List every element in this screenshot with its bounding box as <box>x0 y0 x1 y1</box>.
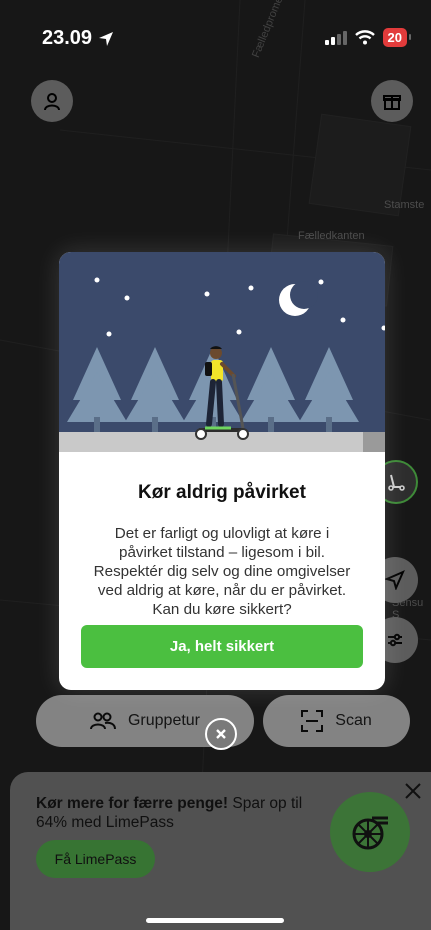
promo-text: Kør mere for færre penge! Spar op til 64… <box>36 794 316 832</box>
profile-button[interactable] <box>31 80 73 122</box>
status-time: 23.09 <box>42 27 114 50</box>
limepass-promo: Kør mere for færre penge! Spar op til 64… <box>10 772 431 930</box>
modal-body-line: Det er farligt og ulovligt at køre i <box>114 525 330 542</box>
warning-modal: Kør aldrig påvirket Det er farligt og ul… <box>59 252 385 690</box>
dismiss-modal-button[interactable] <box>205 718 237 750</box>
night-ride-illustration <box>59 252 385 452</box>
scan-label: Scan <box>335 712 372 729</box>
location-arrow-icon <box>99 31 114 46</box>
close-icon <box>216 729 226 739</box>
filter-icon <box>388 633 402 647</box>
app-screen: Fælledpromenaden Fælledkanten Stamste Se… <box>0 0 431 930</box>
modal-body-line: ved aldrig at køre, når du er påvirket. <box>97 582 347 599</box>
scan-icon <box>301 710 324 732</box>
scan-button[interactable]: Scan <box>263 695 410 747</box>
time-text: 23.09 <box>42 27 93 49</box>
promo-bold: Kør mere for færre penge! <box>36 795 229 812</box>
promo-close-icon[interactable] <box>402 780 424 802</box>
wifi-icon <box>354 30 375 45</box>
confirm-sober-button[interactable]: Ja, helt sikkert <box>81 625 363 668</box>
status-bar: 23.09 20 <box>0 0 431 70</box>
modal-body-line: påvirket tilstand – ligesom i bil. <box>119 544 325 561</box>
profile-icon <box>44 93 60 111</box>
status-indicators: 20 <box>324 28 412 47</box>
modal-body-line: Kan du køre sikkert? <box>152 601 292 618</box>
modal-title: Kør aldrig påvirket <box>138 482 306 503</box>
limepass-badge <box>330 792 410 872</box>
modal-body-line: Respektér dig selv og dine omgivelser <box>93 563 351 580</box>
navigate-icon <box>385 570 405 590</box>
battery-badge: 20 <box>382 28 412 47</box>
modal-body: Det er farligt og ulovligt at køre i påv… <box>73 524 371 619</box>
get-limepass-button[interactable]: Få LimePass <box>36 840 155 878</box>
group-icon <box>89 712 116 730</box>
scooter-icon <box>388 474 405 491</box>
gift-button[interactable] <box>371 80 413 122</box>
signal-icon <box>324 30 347 45</box>
wheel-icon <box>352 816 388 850</box>
group-ride-label: Gruppetur <box>127 712 201 729</box>
gift-icon <box>383 95 401 110</box>
home-indicator[interactable] <box>146 918 284 923</box>
